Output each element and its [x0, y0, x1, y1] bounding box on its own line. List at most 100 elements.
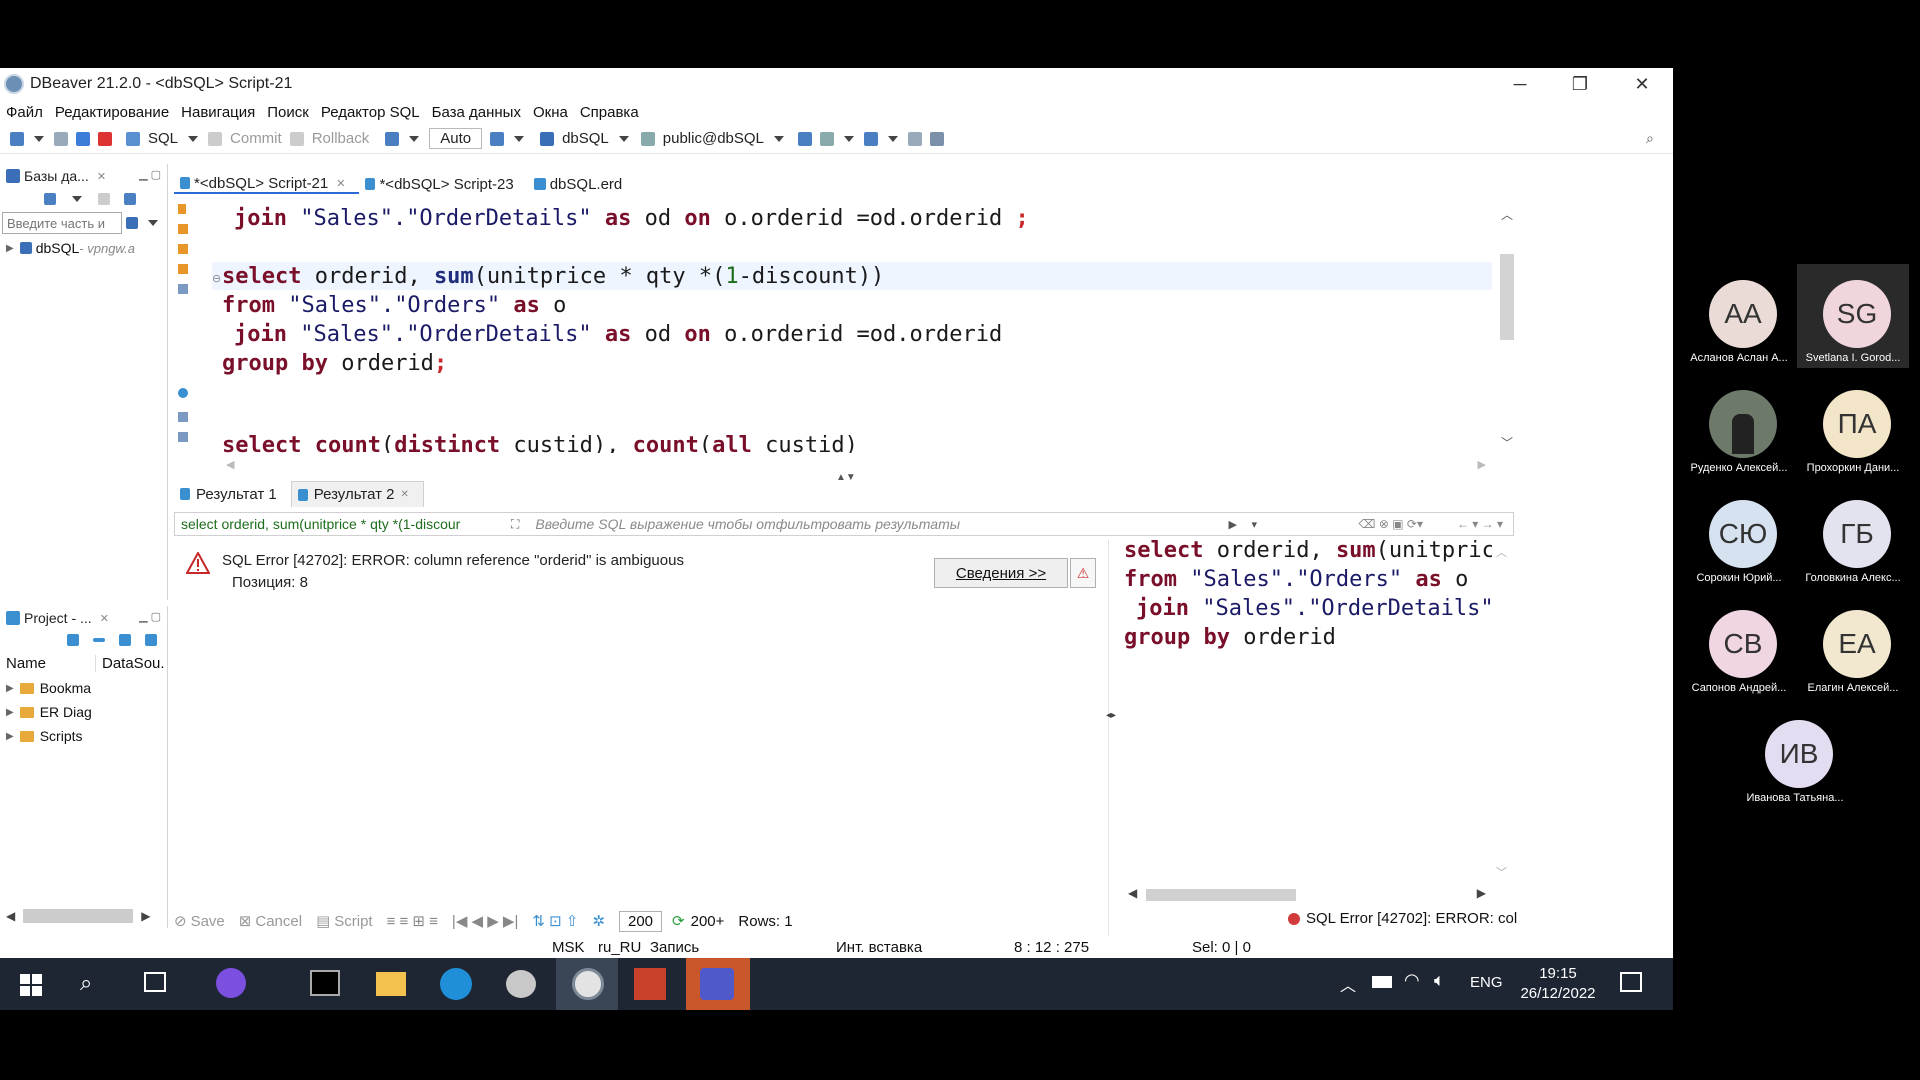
code-line-6[interactable]: select count(distinct custid), count(all…: [222, 433, 858, 453]
details-button[interactable]: Сведения >>: [934, 558, 1068, 588]
refresh-icon[interactable]: ⟳: [672, 912, 685, 930]
tree-item-scripts[interactable]: ▶ Scripts: [0, 724, 167, 748]
menu-sql-editor[interactable]: Редактор SQL: [315, 104, 426, 121]
participant-card[interactable]: СВ Сапонов Андрей...: [1683, 594, 1795, 698]
column-name[interactable]: Name: [0, 654, 96, 672]
search-icon[interactable]: [863, 131, 878, 146]
chevron-right-icon[interactable]: ▶: [6, 731, 14, 742]
tree-item-er-diagrams[interactable]: ▶ ER Diag: [0, 700, 167, 724]
tab-result-1[interactable]: Результат 1: [174, 482, 291, 507]
menu-edit[interactable]: Редактирование: [49, 104, 175, 121]
scrollbar-thumb[interactable]: [1500, 254, 1514, 340]
tab-script-21[interactable]: *<dbSQL> Script-21 ✕: [174, 175, 360, 194]
filter-icon[interactable]: [126, 217, 138, 229]
chevron-right-icon[interactable]: ▶: [1478, 458, 1486, 471]
participant-card[interactable]: ЕА Елагин Алексей...: [1797, 594, 1909, 698]
participant-card[interactable]: ИВ Иванова Татьяна...: [1739, 704, 1851, 808]
code-line-1[interactable]: join "Sales"."OrderDetails" as od on o.o…: [234, 206, 1029, 231]
settings-icon[interactable]: ✲: [592, 912, 605, 930]
navigation-icon[interactable]: ← ▾ → ▾: [1457, 517, 1503, 531]
chevron-down-icon[interactable]: [34, 135, 44, 142]
panel-minmax-icon[interactable]: ▁ ▢: [139, 610, 161, 623]
perspective-icon[interactable]: [929, 131, 944, 146]
new-connection-icon[interactable]: [44, 193, 56, 205]
participant-card[interactable]: АА Асланов Аслан А...: [1683, 264, 1795, 368]
chevron-up-icon[interactable]: ︿: [1340, 972, 1356, 996]
close-icon[interactable]: ✕: [100, 612, 109, 625]
collapse-icon[interactable]: [98, 193, 110, 205]
chevron-right-icon[interactable]: ▶: [6, 243, 14, 254]
chevron-down-icon[interactable]: ▾: [1251, 518, 1257, 531]
minimize-button[interactable]: ─: [1490, 68, 1550, 100]
search-icon[interactable]: ⌕: [80, 970, 92, 996]
column-datasource[interactable]: DataSou.: [96, 655, 165, 672]
fetched-count[interactable]: 200+: [691, 913, 725, 930]
filter-input[interactable]: Введите SQL выражение чтобы отфильтроват…: [535, 516, 960, 532]
teams-icon[interactable]: [700, 968, 734, 1000]
close-icon[interactable]: ✕: [336, 177, 345, 190]
layout-icon[interactable]: [907, 131, 922, 146]
collapse-icon[interactable]: [93, 638, 105, 642]
chevron-down-icon[interactable]: [618, 135, 629, 142]
link-icon[interactable]: [145, 634, 157, 646]
execute-script-icon[interactable]: [178, 224, 188, 234]
splitter-toggle-icon[interactable]: ▲▼: [836, 472, 856, 483]
chevron-down-icon[interactable]: [773, 135, 784, 142]
sql-editor-icon[interactable]: [126, 131, 140, 146]
row-tools-icon[interactable]: ≡ ≡ ⊞ ≡: [387, 912, 438, 930]
tab-result-2[interactable]: Результат 2 ✕: [290, 481, 424, 507]
database-navigator-title[interactable]: Базы да...: [24, 168, 89, 184]
menu-window[interactable]: Окна: [527, 104, 574, 121]
chevron-right-icon[interactable]: ▶: [6, 707, 14, 718]
participant-card[interactable]: Руденко Алексей...: [1683, 374, 1795, 478]
link-icon[interactable]: [124, 193, 136, 205]
tree-item-dbsql[interactable]: ▶ dbSQL - vpngw.a: [0, 236, 167, 260]
language-indicator[interactable]: ENG: [1470, 974, 1503, 991]
chevron-down-icon[interactable]: [72, 196, 82, 202]
rollback-button[interactable]: Rollback: [312, 130, 370, 147]
rollback-icon[interactable]: [289, 131, 304, 146]
execute-icon[interactable]: [178, 204, 186, 214]
apply-filter-icon[interactable]: ▶: [1229, 518, 1237, 531]
menu-search[interactable]: Поиск: [261, 104, 315, 121]
chevron-right-icon[interactable]: ▶: [141, 909, 150, 923]
windows-start-icon[interactable]: [20, 974, 42, 996]
chevron-up-icon[interactable]: ︿: [1501, 206, 1513, 223]
chevron-left-icon[interactable]: ◀: [1128, 886, 1137, 900]
close-button[interactable]: ✕: [1612, 68, 1672, 100]
participant-card[interactable]: СЮ Сорокин Юрий...: [1683, 484, 1795, 588]
chevron-down-icon[interactable]: [514, 135, 525, 142]
project-title[interactable]: Project - ...: [24, 610, 92, 626]
code-line-2[interactable]: select orderid, sum(unitprice * qty *(1-…: [222, 264, 884, 289]
battery-icon[interactable]: [1372, 976, 1392, 988]
explain-icon[interactable]: [178, 244, 188, 254]
chevron-right-icon[interactable]: ▶: [6, 683, 14, 694]
settings-icon[interactable]: [67, 634, 79, 646]
status-error[interactable]: SQL Error [42702]: ERROR: col: [1288, 910, 1517, 927]
filter-tools-icon[interactable]: ⌫ ⊗ ▣ ⟳▾: [1359, 517, 1423, 531]
close-icon[interactable]: ✕: [400, 489, 408, 500]
chevron-down-icon[interactable]: ﹀: [1501, 434, 1513, 451]
participant-card[interactable]: SG Svetlana I. Gorod...: [1797, 264, 1909, 368]
disconnect-icon[interactable]: [98, 131, 112, 146]
fetch-tools-icon[interactable]: ⇅ ⊡ ⇧: [532, 912, 578, 930]
scrollbar-thumb[interactable]: [1146, 889, 1296, 901]
chevron-down-icon[interactable]: [188, 135, 199, 142]
chevron-right-icon[interactable]: ▶: [1477, 886, 1486, 900]
add-icon[interactable]: [119, 634, 131, 646]
file-icon[interactable]: [178, 432, 188, 442]
scrollbar-thumb[interactable]: [23, 909, 134, 923]
navigator-filter-input[interactable]: [2, 212, 122, 234]
global-search-icon[interactable]: ⌕: [1646, 130, 1654, 147]
query-text[interactable]: select orderid, sum(unitprice * qty *(1-…: [175, 516, 507, 532]
panel-minmax-icon[interactable]: ▁ ▢: [139, 168, 161, 181]
fold-icon[interactable]: ⊖: [212, 272, 221, 285]
tab-dbsql-erd[interactable]: dbSQL.erd: [528, 176, 637, 193]
editor-vscroll[interactable]: ︿ ﹀: [1498, 206, 1516, 452]
chevron-down-icon[interactable]: [409, 135, 420, 142]
close-icon[interactable]: ✕: [97, 170, 106, 183]
chevron-down-icon[interactable]: ﹀: [1496, 864, 1507, 880]
wifi-icon[interactable]: ◠: [1404, 970, 1420, 991]
sql-preview[interactable]: select orderid, sum(unitpric from "Sales…: [1116, 538, 1492, 878]
page-navigation-icon[interactable]: |◀ ◀ ▶ ▶|: [452, 912, 518, 930]
